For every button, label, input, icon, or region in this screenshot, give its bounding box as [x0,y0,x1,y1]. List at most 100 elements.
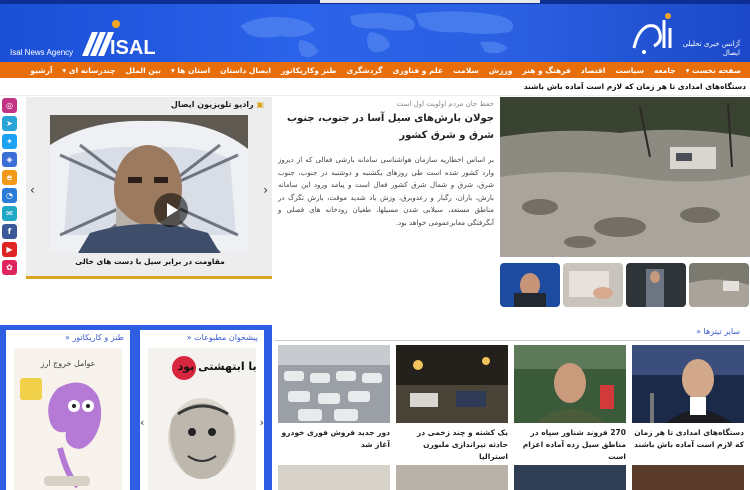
cartoon-image-graphic: عوامل خروج ارز [14,348,122,490]
news-title: دستگاه‌های امدادی تا هر زمان که لازم است… [634,428,744,449]
chevron-left-icon: « [186,333,192,342]
thumbnail[interactable] [500,263,560,307]
nav-item[interactable]: آرشیو [25,66,57,75]
news-image-graphic [514,465,626,490]
tv-video-image [50,115,248,253]
nav-item[interactable]: صفحه نخست ▾ [681,66,746,75]
soroush-icon[interactable]: ◔ [2,188,17,203]
lead-article: حفظ جان مردم اولویت اول است جولان بارش‌ه… [278,97,494,279]
nav-item[interactable]: چندرسانه ای ▾ [57,66,120,75]
youtube-icon[interactable]: ▶ [2,242,17,257]
news-item[interactable]: 270 فروند شناور سپاه در مناطق سیل زده آم… [514,345,626,463]
lead-headline[interactable]: جولان بارش‌های سیل آسا در جنوب، جنوب شرق… [278,110,494,144]
news-image-graphic [396,465,508,490]
news-title: دور جدید فروش فوری خودرو آغاز شد [281,428,391,449]
radio-icon: ▣ [253,100,264,109]
newspaper-cover[interactable]: حق با ابتهشتی بود [148,348,256,490]
news-item[interactable]: یک کشته و چند زخمی در حادثه تیراندازی مل… [396,345,508,463]
other-headlines: سایر تیترها « دستگاه‌های امدادی تا هر زم… [274,325,750,490]
thumbnail[interactable] [563,263,623,307]
news-item-partial[interactable] [278,465,390,490]
isal-persian-logo [632,13,672,54]
header-top-strip [0,0,750,4]
newspaper-headline: حق با ابتهشتی بود [178,360,256,373]
cartoon-image[interactable]: عوامل خروج ارز [14,348,122,490]
lead-kicker: حفظ جان مردم اولویت اول است [396,100,494,108]
chevron-left-icon: « [64,333,70,342]
agency-name-en: Isal News Agency [10,48,74,57]
cartoon-title: طنز و کاریکاتور « [65,333,124,342]
news-title: 270 فروند شناور سپاه در مناطق سیل زده آم… [522,428,626,461]
news-image-graphic [632,345,744,423]
tv-box: ▣ رادیو تلویزیون ایصال ‹ › مقاومت در برا… [26,97,272,279]
thumbnail[interactable] [689,263,749,307]
news-image-graphic [632,465,744,490]
shield-icon[interactable]: ◈ [2,152,17,167]
news-item-partial[interactable] [396,465,508,490]
divider [274,340,750,341]
news-image-graphic [396,345,508,423]
main-nav: صفحه نخست ▾ جامعه سیاست اقتصاد فرهنگ و هنر ور… [0,62,750,78]
nav-item[interactable]: جامعه [649,66,681,75]
social-icons: ◎ ➤ ✦ ◈ e ◔ ✉ f ▶ ✿ [2,98,20,278]
newspapers-title: پیشخوان مطبوعات « [187,333,258,342]
cartoon-caption: عوامل خروج ارز [40,359,96,368]
news-image-graphic [278,345,390,423]
news-image [514,345,626,423]
nav-item[interactable]: علم و فناوری [388,66,449,75]
site-header: ISAL Isal News Agency آژانس خبری تحلیلی … [0,0,750,62]
tv-video-thumbnail[interactable] [50,115,248,253]
tv-prev-arrow[interactable]: ‹ [30,183,35,197]
play-button[interactable] [154,193,188,227]
nav-item[interactable]: ایصال داستان [215,66,276,75]
nav-item[interactable]: گردشگری [341,66,387,75]
lead-photo[interactable] [500,97,750,257]
nav-item[interactable]: فرهنگ و هنر [517,66,575,75]
tv-box-title: ▣ رادیو تلویزیون ایصال [171,100,264,109]
other-headlines-title: سایر تیترها « [696,327,740,336]
tv-box-title-text: رادیو تلویزیون ایصال [170,100,254,109]
nav-item[interactable]: سلامت [448,66,484,75]
nav-item[interactable]: سیاست [610,66,649,75]
newspaper-cover-image: حق با ابتهشتی بود [148,348,256,490]
thumbnail-image [500,263,560,307]
header-top-bar [320,0,540,3]
thumbnail[interactable] [626,263,686,307]
lead-photo-image [500,97,750,257]
nav-item[interactable]: اقتصاد [576,66,611,75]
logo-wordmark: ISAL [110,37,156,58]
other-headlines-title-text: سایر تیترها [703,327,740,336]
nav-item[interactable]: ورزش [484,66,518,75]
thumbnail-image [689,263,749,307]
newspapers-title-text: پیشخوان مطبوعات [194,333,258,342]
news-item-partial[interactable] [514,465,626,490]
news-title: یک کشته و چند زخمی در حادثه تیراندازی مل… [416,428,508,461]
nav-item[interactable]: بین الملل [121,66,166,75]
instagram-icon[interactable]: ◎ [2,98,17,113]
news-item[interactable]: دور جدید فروش فوری خودرو آغاز شد [278,345,390,451]
nav-item[interactable]: استان ها ▾ [166,66,215,75]
tv-next-arrow[interactable]: › [263,183,268,197]
newspapers-card: پیشخوان مطبوعات « ‹ › حق با ابتهشتی بود [140,330,264,490]
news-image [632,345,744,423]
ticker-headline[interactable]: دستگاه‌های امدادی تا هر زمان که لازم است… [524,82,746,91]
world-map-graphic [240,11,514,58]
facebook-icon[interactable]: f [2,224,17,239]
thumbnail-image [563,263,623,307]
nav-item[interactable]: طنز وکاریکاتور [276,66,341,75]
lead-thumbnails [500,263,750,307]
news-image-graphic [278,465,390,490]
tv-caption[interactable]: مقاومت در برابر سیل با دست های خالی [52,257,248,266]
twitter-icon[interactable]: ✦ [2,134,17,149]
news-item-partial[interactable] [632,465,744,490]
aparat-icon[interactable]: ✿ [2,260,17,275]
newspapers-prev-arrow[interactable]: ‹ [140,416,144,429]
cartoon-title-text: طنز و کاریکاتور [72,333,124,342]
eitaa-icon[interactable]: e [2,170,17,185]
telegram-icon[interactable]: ➤ [2,116,17,131]
header-tagline: آژانس خبری تحلیلی ایصال [682,40,740,57]
chevron-left-icon: « [696,327,701,336]
news-item[interactable]: دستگاه‌های امدادی تا هر زمان که لازم است… [632,345,744,451]
bale-icon[interactable]: ✉ [2,206,17,221]
newspapers-next-arrow[interactable]: › [260,416,264,429]
